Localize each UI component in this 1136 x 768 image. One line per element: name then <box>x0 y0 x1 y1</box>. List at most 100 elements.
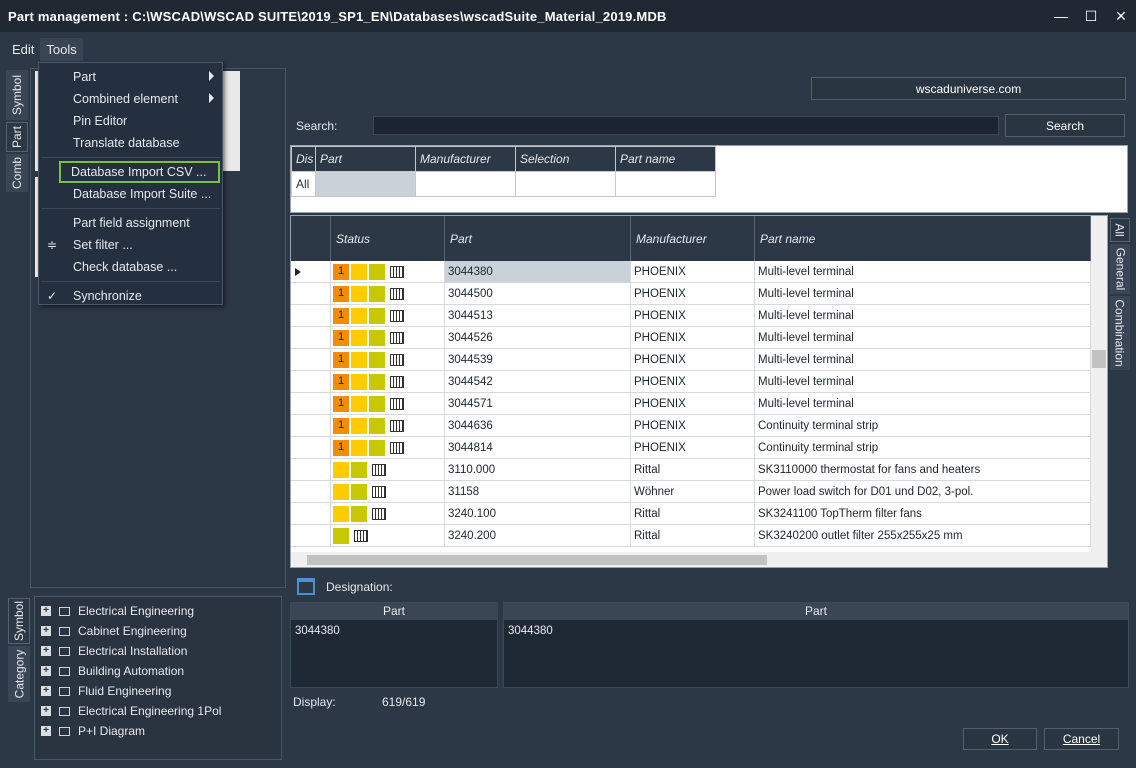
tab-category[interactable]: Category <box>8 646 30 702</box>
part-cell[interactable]: 3044526 <box>445 327 631 348</box>
horizontal-scrollbar[interactable] <box>291 552 1091 567</box>
tree-item[interactable]: + Cabinet Engineering <box>35 621 281 641</box>
expand-icon[interactable]: + <box>41 666 51 676</box>
part-name-cell[interactable]: Multi-level terminal <box>755 393 1091 414</box>
manufacturer-cell[interactable]: PHOENIX <box>631 371 755 392</box>
menu-edit[interactable]: Edit <box>6 38 40 61</box>
part-name-cell[interactable]: Multi-level terminal <box>755 327 1091 348</box>
expand-icon[interactable]: + <box>41 646 51 656</box>
tree-item[interactable]: + Building Automation <box>35 661 281 681</box>
scrollbar-thumb[interactable] <box>307 555 767 565</box>
part-cell[interactable]: 3044380 <box>445 261 631 282</box>
tab-general[interactable]: General <box>1110 244 1130 294</box>
expand-icon[interactable]: + <box>41 626 51 636</box>
menu-item-check-database[interactable]: Check database ... <box>39 256 222 278</box>
tree-item[interactable]: + Fluid Engineering <box>35 681 281 701</box>
part-name-cell[interactable]: Multi-level terminal <box>755 283 1091 304</box>
table-row[interactable]: 3044500PHOENIXMulti-level terminal <box>291 283 1091 305</box>
minimize-button[interactable]: — <box>1046 1 1076 31</box>
menu-item-part-field-assignment[interactable]: Part field assignment <box>39 212 222 234</box>
part-name-cell[interactable]: SK3240200 outlet filter 255x255x25 mm <box>755 525 1091 546</box>
table-row[interactable]: 3240.200 Rittal SK3240200 outlet filter 25… <box>291 525 1091 547</box>
table-row[interactable]: 3044539PHOENIXMulti-level terminal <box>291 349 1091 371</box>
manufacturer-cell[interactable]: PHOENIX <box>631 261 755 282</box>
part-cell[interactable]: 3044542 <box>445 371 631 392</box>
table-row[interactable]: 3044814PHOENIXContinuity terminal strip <box>291 437 1091 459</box>
table-row[interactable]: 3044636PHOENIXContinuity terminal strip <box>291 415 1091 437</box>
part-cell[interactable]: 3240.200 <box>445 525 631 546</box>
manufacturer-cell[interactable]: PHOENIX <box>631 283 755 304</box>
table-row[interactable]: 31158 Wöhner Power load switch for D01 und… <box>291 481 1091 503</box>
manufacturer-cell[interactable]: PHOENIX <box>631 327 755 348</box>
menu-tools[interactable]: Tools <box>40 37 83 61</box>
part-name-cell[interactable]: Continuity terminal strip <box>755 415 1091 436</box>
part-name-cell[interactable]: Continuity terminal strip <box>755 437 1091 458</box>
menu-item-set-filter[interactable]: ≑ Set filter ... <box>39 234 222 256</box>
ok-button[interactable]: OK <box>963 728 1037 750</box>
manufacturer-cell[interactable]: PHOENIX <box>631 393 755 414</box>
tab-symbol[interactable]: Symbol <box>6 70 28 120</box>
table-row[interactable]: 3044542PHOENIXMulti-level terminal <box>291 371 1091 393</box>
menu-item-database-import-csv[interactable]: Database Import CSV ... <box>59 161 220 183</box>
part-cell[interactable]: 3044539 <box>445 349 631 370</box>
part-cell[interactable]: 3044500 <box>445 283 631 304</box>
tree-item[interactable]: + Electrical Engineering 1Pol <box>35 701 281 721</box>
expand-icon[interactable]: + <box>41 686 51 696</box>
manufacturer-cell[interactable]: Rittal <box>631 459 755 480</box>
table-row[interactable]: 3044513PHOENIXMulti-level terminal <box>291 305 1091 327</box>
search-input[interactable] <box>373 116 999 135</box>
table-row[interactable]: 3110.000 Rittal SK3110000 thermostat for f… <box>291 459 1091 481</box>
expand-icon[interactable]: + <box>41 726 51 736</box>
table-row[interactable]: 3044526PHOENIXMulti-level terminal <box>291 327 1091 349</box>
part-name-cell[interactable]: SK3110000 thermostat for fans and heater… <box>755 459 1091 480</box>
manufacturer-cell[interactable]: Rittal <box>631 503 755 524</box>
cancel-button[interactable]: Cancel <box>1044 728 1119 750</box>
part-cell[interactable]: 3110.000 <box>445 459 631 480</box>
part-name-cell[interactable]: Multi-level terminal <box>755 371 1091 392</box>
manufacturer-cell[interactable]: PHOENIX <box>631 349 755 370</box>
filter-cell-manufacturer[interactable] <box>415 171 516 197</box>
filter-cell-part[interactable] <box>315 171 416 197</box>
part-cell[interactable]: 3044814 <box>445 437 631 458</box>
tab-part[interactable]: Part <box>6 122 28 152</box>
part-name-cell[interactable]: Power load switch for D01 und D02, 3-pol… <box>755 481 1091 502</box>
manufacturer-cell[interactable]: Rittal <box>631 525 755 546</box>
tree-item[interactable]: + Electrical Installation <box>35 641 281 661</box>
part-name-cell[interactable]: SK3241100 TopTherm filter fans <box>755 503 1091 524</box>
maximize-button[interactable]: ☐ <box>1076 1 1106 31</box>
column-header-manufacturer[interactable]: Manufacturer <box>631 216 755 261</box>
manufacturer-cell[interactable]: PHOENIX <box>631 415 755 436</box>
filter-cell-selection[interactable] <box>515 171 616 197</box>
column-header-part[interactable]: Part <box>445 216 631 261</box>
filter-cell-part-name[interactable] <box>615 171 716 197</box>
tab-combination[interactable]: Combination <box>1110 296 1130 370</box>
wscad-universe-button[interactable]: wscaduniverse.com <box>811 77 1126 100</box>
expand-icon[interactable]: + <box>41 606 51 616</box>
tab-symbol-bottom[interactable]: Symbol <box>8 598 30 644</box>
table-row[interactable]: 3044571PHOENIXMulti-level terminal <box>291 393 1091 415</box>
part-cell[interactable]: 3044571 <box>445 393 631 414</box>
menu-item-synchronize[interactable]: ✓ Synchronize <box>39 285 222 307</box>
expand-icon[interactable]: + <box>41 706 51 716</box>
part-name-cell[interactable]: Multi-level terminal <box>755 305 1091 326</box>
tree-item[interactable]: + Electrical Engineering <box>35 601 281 621</box>
menu-item-pin-editor[interactable]: Pin Editor <box>39 110 222 132</box>
table-row[interactable]: 3240.100 Rittal SK3241100 TopTherm filter … <box>291 503 1091 525</box>
part-cell[interactable]: 3044513 <box>445 305 631 326</box>
tab-all[interactable]: All <box>1110 218 1130 242</box>
column-header-part-name[interactable]: Part name <box>755 216 1091 261</box>
table-row[interactable]: 3044380PHOENIXMulti-level terminal <box>291 261 1091 283</box>
search-button[interactable]: Search <box>1005 114 1125 137</box>
menu-item-combined-element[interactable]: Combined element <box>39 88 222 110</box>
menu-item-part[interactable]: Part <box>39 66 222 88</box>
tree-item[interactable]: + P+I Diagram <box>35 721 281 741</box>
manufacturer-cell[interactable]: Wöhner <box>631 481 755 502</box>
menu-item-database-import-suite[interactable]: Database Import Suite ... <box>39 183 222 205</box>
part-cell[interactable]: 3044636 <box>445 415 631 436</box>
close-button[interactable]: ✕ <box>1106 1 1136 31</box>
part-name-cell[interactable]: Multi-level terminal <box>755 261 1091 282</box>
part-name-cell[interactable]: Multi-level terminal <box>755 349 1091 370</box>
part-cell[interactable]: 31158 <box>445 481 631 502</box>
manufacturer-cell[interactable]: PHOENIX <box>631 437 755 458</box>
part-cell[interactable]: 3240.100 <box>445 503 631 524</box>
